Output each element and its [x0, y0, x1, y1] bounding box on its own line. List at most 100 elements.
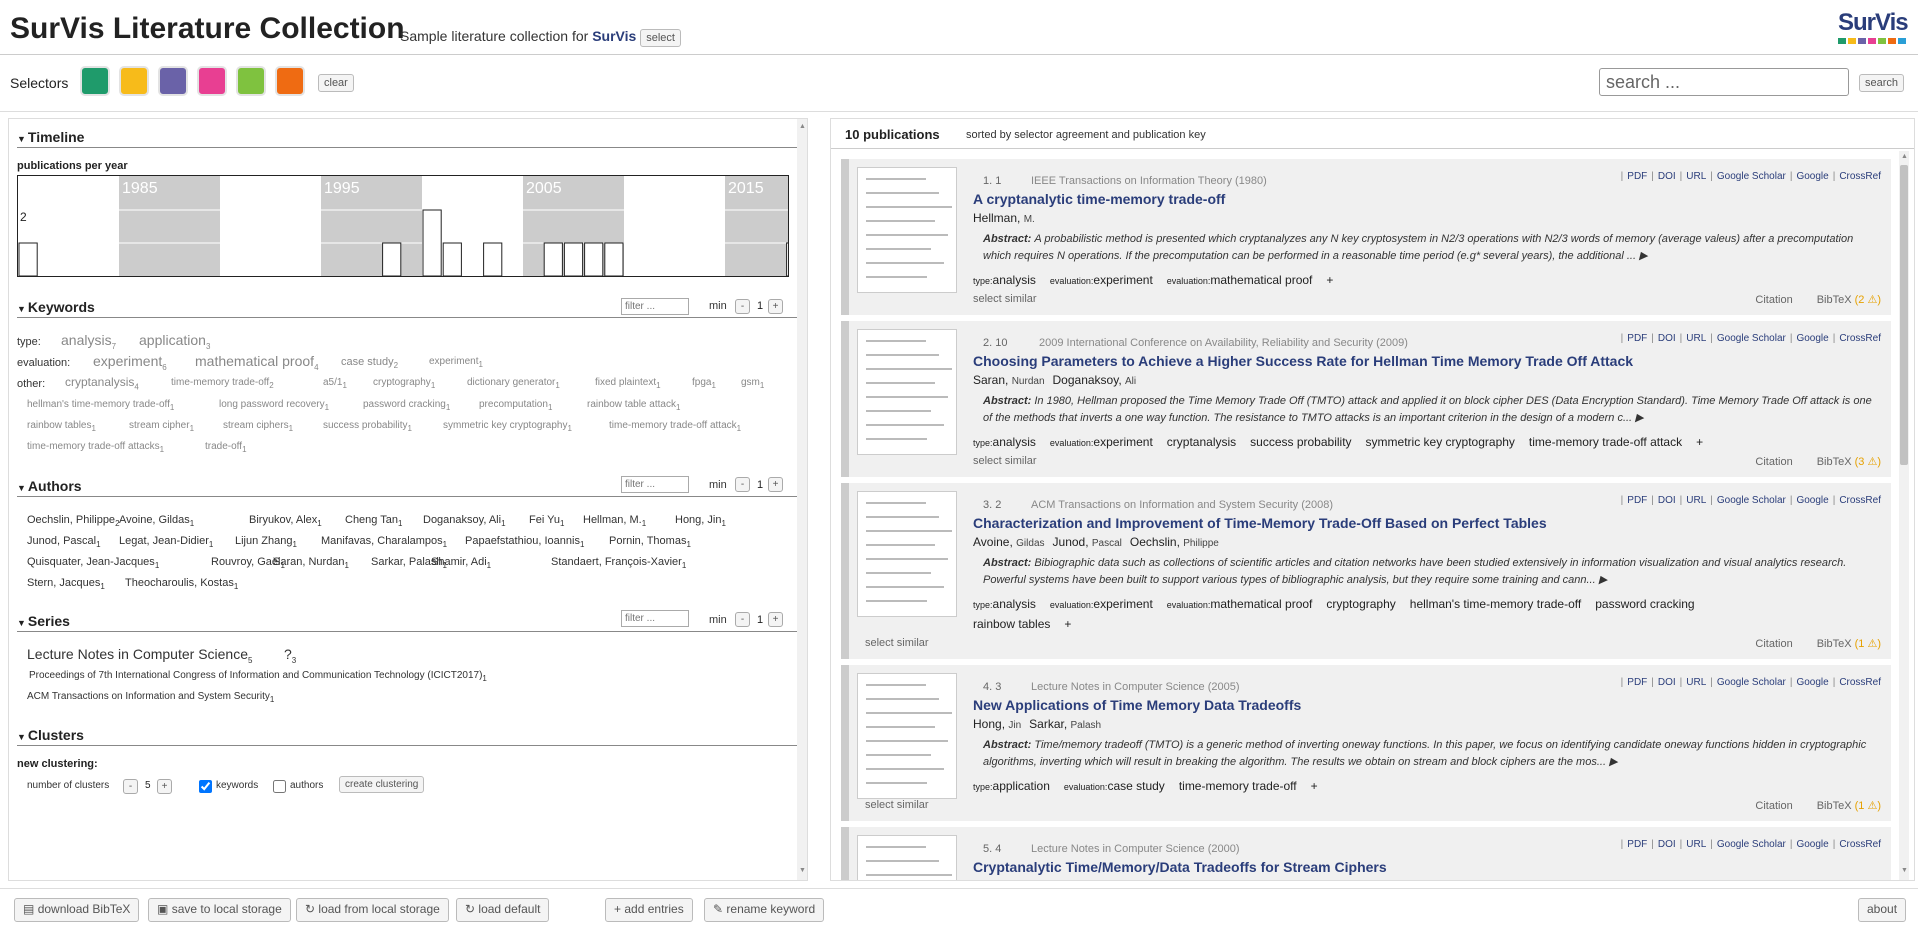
pub-link-doi[interactable]: DOI	[1658, 839, 1676, 850]
keyword-tag[interactable]: time-memory trade-off attack1	[609, 420, 741, 433]
series-header[interactable]: ▼ Series	[17, 613, 70, 629]
pub-title[interactable]: Characterization and Improvement of Time…	[973, 515, 1547, 531]
pub-keyword[interactable]: +	[1311, 779, 1318, 793]
publication-card[interactable]: 3. 2 ACM Transactions on Information and …	[841, 483, 1891, 659]
pub-keyword[interactable]: time-memory trade-off attack	[1529, 435, 1682, 449]
pub-title[interactable]: A cryptanalytic time-memory trade-off	[973, 191, 1225, 207]
load-local-storage-button[interactable]: ↻ load from local storage	[296, 898, 449, 922]
keyword-tag[interactable]: password cracking1	[363, 399, 450, 412]
selector-pink[interactable]	[197, 66, 227, 96]
pub-title[interactable]: Cryptanalytic Time/Memory/Data Tradeoffs…	[973, 859, 1387, 875]
select-similar-link[interactable]: select similar	[973, 293, 1037, 305]
bibtex-link[interactable]: BibTeX	[1817, 456, 1855, 468]
pub-abstract[interactable]: Abstract: A probabilistic method is pres…	[983, 231, 1873, 265]
keyword-tag[interactable]: application3	[139, 332, 210, 351]
cluster-count-increment[interactable]: +	[157, 779, 172, 794]
author-tag[interactable]: Standaert, François-Xavier1	[551, 556, 686, 570]
keyword-tag[interactable]: rainbow tables1	[27, 420, 96, 433]
publication-card[interactable]: 1. 1 IEEE Transactions on Information The…	[841, 159, 1891, 315]
author-tag[interactable]: Oechslin, Philippe2	[27, 514, 120, 528]
pub-thumbnail[interactable]	[857, 329, 957, 455]
pub-link-pdf[interactable]: PDF	[1627, 677, 1647, 688]
pub-link-google-scholar[interactable]: Google Scholar	[1717, 495, 1786, 506]
keyword-tag[interactable]: time-memory trade-off2	[171, 377, 274, 390]
pub-link-pdf[interactable]: PDF	[1627, 839, 1647, 850]
about-button[interactable]: about	[1858, 898, 1907, 922]
authors-min-increment[interactable]: +	[768, 477, 783, 492]
publication-card[interactable]: 4. 3 Lecture Notes in Computer Science (2…	[841, 665, 1891, 821]
search-input[interactable]	[1599, 68, 1849, 96]
authors-checkbox[interactable]	[273, 780, 286, 793]
pub-thumbnail[interactable]	[857, 167, 957, 293]
series-min-increment[interactable]: +	[768, 612, 783, 627]
pub-link-pdf[interactable]: PDF	[1627, 171, 1647, 182]
pub-link-url[interactable]: URL	[1686, 839, 1706, 850]
pub-keyword[interactable]: +	[1326, 273, 1333, 287]
pub-link-crossref[interactable]: CrossRef	[1839, 495, 1881, 506]
keywords-filter-input[interactable]	[621, 298, 689, 315]
pub-abstract[interactable]: Abstract: In 1980, Hellman proposed the …	[983, 393, 1873, 427]
keywords-min-decrement[interactable]: -	[735, 299, 750, 314]
pub-link-google-scholar[interactable]: Google Scholar	[1717, 677, 1786, 688]
keyword-tag[interactable]: long password recovery1	[219, 399, 329, 412]
select-button[interactable]: select	[640, 29, 681, 47]
timeline-header[interactable]: ▼ Timeline	[17, 129, 84, 145]
pub-link-url[interactable]: URL	[1686, 677, 1706, 688]
pub-keyword[interactable]: type:analysis	[973, 435, 1036, 449]
warning-badge[interactable]: (1 ⚠)	[1855, 800, 1881, 812]
series-tag[interactable]: Proceedings of 7th International Congres…	[29, 670, 487, 683]
keyword-tag[interactable]: symmetric key cryptography1	[443, 420, 572, 433]
scroll-down-icon[interactable]: ▼	[1901, 867, 1908, 874]
author-tag[interactable]: Papaefstathiou, Ioannis1	[465, 535, 584, 549]
keyword-tag[interactable]: cryptography1	[373, 377, 435, 390]
author-tag[interactable]: Junod, Pascal1	[27, 535, 101, 549]
pub-keyword[interactable]: evaluation:experiment	[1050, 435, 1153, 449]
right-scrollbar[interactable]: ▲ ▼	[1899, 151, 1909, 880]
pub-link-google[interactable]: Google	[1796, 171, 1828, 182]
keyword-tag[interactable]: case study2	[341, 356, 398, 370]
pub-link-doi[interactable]: DOI	[1658, 333, 1676, 344]
pub-author[interactable]: Doganaksoy, Ali	[1053, 373, 1137, 387]
timeline-chart[interactable]: 1980 1985 1990 1995 2000 2005 2010 2015 2	[17, 175, 807, 277]
pub-link-crossref[interactable]: CrossRef	[1839, 333, 1881, 344]
download-bibtex-button[interactable]: ▤ download BibTeX	[14, 898, 140, 922]
pub-link-doi[interactable]: DOI	[1658, 171, 1676, 182]
keyword-tag[interactable]: analysis7	[61, 332, 116, 351]
pub-keyword[interactable]: success probability	[1250, 435, 1351, 449]
pub-title[interactable]: New Applications of Time Memory Data Tra…	[973, 697, 1301, 713]
pub-keyword[interactable]: hellman's time-memory trade-off	[1410, 597, 1581, 611]
keyword-tag[interactable]: time-memory trade-off attacks1	[27, 441, 164, 454]
scroll-up-icon[interactable]: ▲	[1901, 153, 1908, 160]
pub-abstract[interactable]: Abstract: Bibiographic data such as coll…	[983, 555, 1873, 589]
pub-link-google-scholar[interactable]: Google Scholar	[1717, 171, 1786, 182]
pub-link-crossref[interactable]: CrossRef	[1839, 677, 1881, 688]
pub-link-google[interactable]: Google	[1796, 495, 1828, 506]
pub-thumbnail[interactable]	[857, 835, 957, 880]
author-tag[interactable]: Lijun Zhang1	[235, 535, 297, 549]
keyword-tag[interactable]: rainbow table attack1	[587, 399, 680, 412]
pub-link-crossref[interactable]: CrossRef	[1839, 839, 1881, 850]
author-tag[interactable]: Saran, Nurdan1	[273, 556, 349, 570]
author-tag[interactable]: Avoine, Gildas1	[119, 514, 194, 528]
pub-link-google[interactable]: Google	[1796, 839, 1828, 850]
pub-thumbnail[interactable]	[857, 673, 957, 799]
pub-abstract[interactable]: Abstract: Time/memory tradeoff (TMTO) is…	[983, 737, 1873, 771]
save-local-storage-button[interactable]: ▣ save to local storage	[148, 898, 291, 922]
pub-link-url[interactable]: URL	[1686, 333, 1706, 344]
keywords-checkbox[interactable]	[199, 780, 212, 793]
selector-purple[interactable]	[158, 66, 188, 96]
pub-keyword[interactable]: password cracking	[1595, 597, 1694, 611]
pub-link-google-scholar[interactable]: Google Scholar	[1717, 333, 1786, 344]
warning-badge[interactable]: (3 ⚠)	[1855, 456, 1881, 468]
selector-lime[interactable]	[236, 66, 266, 96]
pub-link-doi[interactable]: DOI	[1658, 495, 1676, 506]
left-scrollbar[interactable]: ▲ ▼	[797, 119, 807, 880]
pub-link-url[interactable]: URL	[1686, 495, 1706, 506]
pub-link-doi[interactable]: DOI	[1658, 677, 1676, 688]
selector-orange[interactable]	[275, 66, 305, 96]
pub-author[interactable]: Sarkar, Palash	[1029, 717, 1101, 731]
pub-link-url[interactable]: URL	[1686, 171, 1706, 182]
author-tag[interactable]: Cheng Tan1	[345, 514, 402, 528]
bibtex-link[interactable]: BibTeX	[1817, 800, 1855, 812]
scroll-up-icon[interactable]: ▲	[799, 123, 806, 130]
